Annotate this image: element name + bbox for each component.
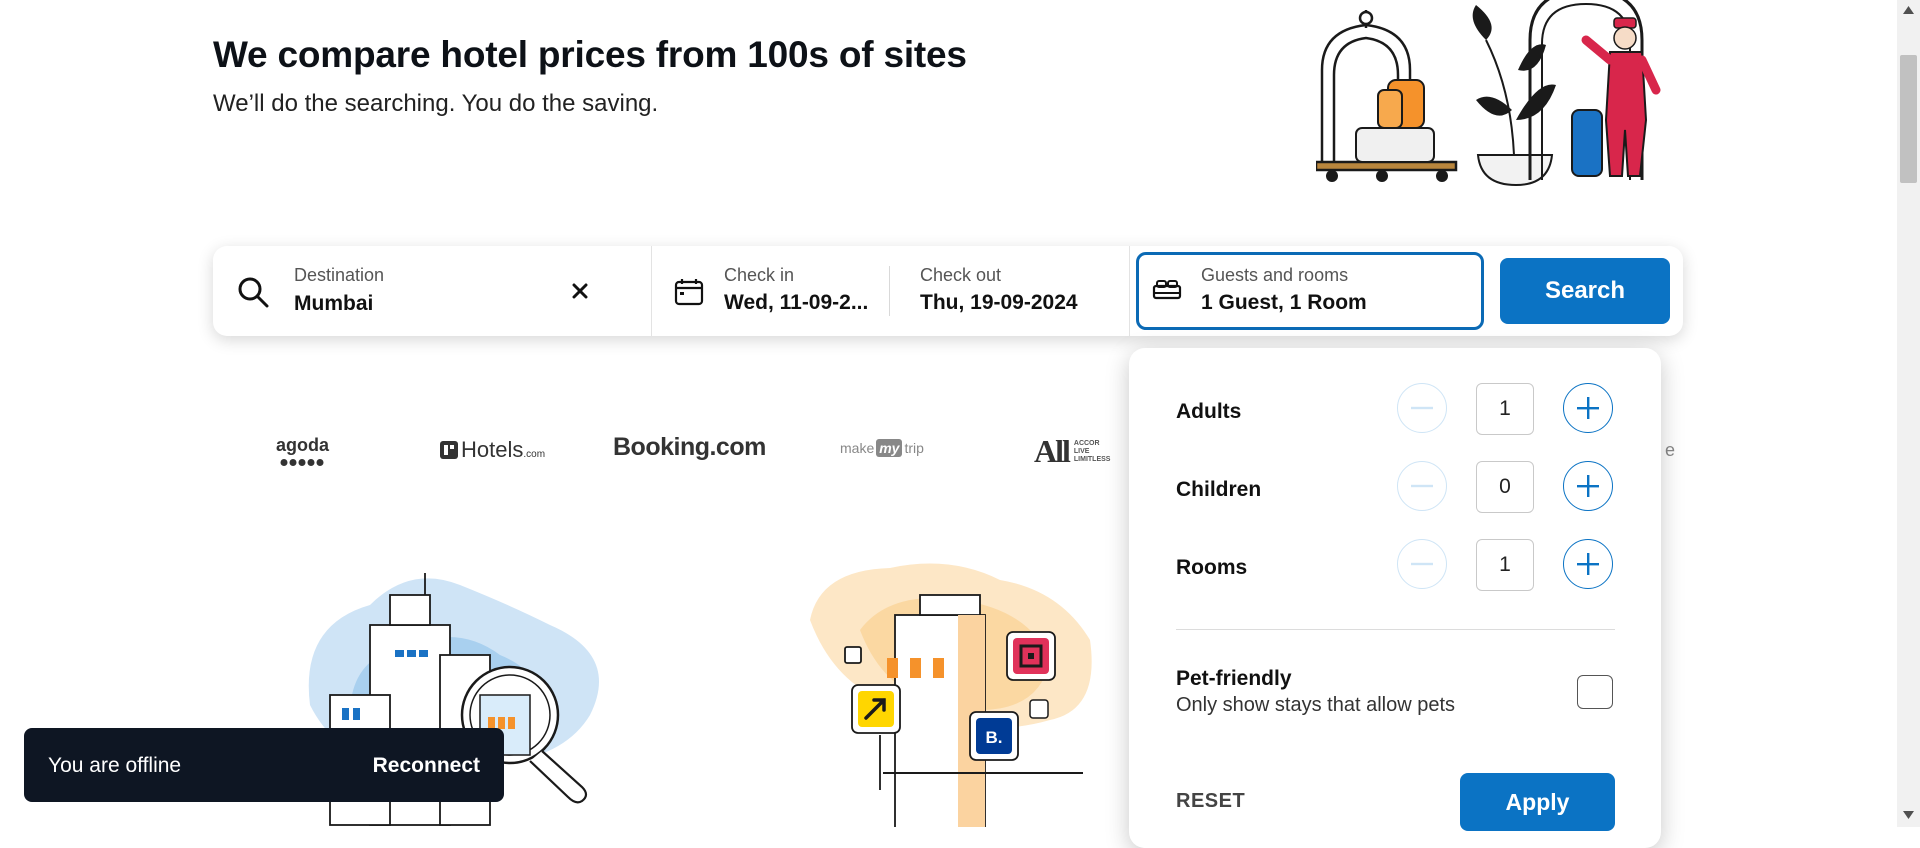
search-button[interactable]: Search <box>1500 258 1670 324</box>
children-label: Children <box>1176 478 1262 501</box>
adults-label: Adults <box>1176 400 1242 423</box>
scroll-down-icon[interactable] <box>1903 811 1914 819</box>
hotels-logo: Hotels .com <box>440 437 545 463</box>
plus-icon <box>1577 553 1599 575</box>
accor-logo-line3: LIMITLESS <box>1073 455 1111 463</box>
booking-badge-text: B. <box>986 728 1003 747</box>
booking-logo: Booking.com <box>613 433 766 461</box>
pet-friendly-description: Only show stays that allow pets <box>1176 694 1456 716</box>
partners-illustration: B. <box>810 563 1092 827</box>
guests-rooms-popup: Adults 1 Children 0 Rooms 1 Pet-friendly… <box>1129 348 1661 848</box>
clear-destination-icon[interactable] <box>572 283 588 299</box>
minus-icon <box>1411 562 1433 566</box>
checkout-value[interactable]: Thu, 19-09-2024 <box>920 291 1078 315</box>
offline-message: You are offline <box>48 754 182 777</box>
destination-field[interactable]: Destination Mumbai <box>213 246 650 336</box>
plus-icon <box>1577 397 1599 419</box>
hotels-logo-icon <box>440 441 458 459</box>
reconnect-button[interactable]: Reconnect <box>373 754 480 778</box>
offline-toast: You are offline Reconnect <box>24 728 504 802</box>
accor-logo-line1: ACCOR <box>1073 439 1100 447</box>
checkout-field[interactable]: Check out Thu, 19-09-2024 <box>890 246 1130 336</box>
calendar-icon <box>674 279 704 306</box>
mmt-logo-right: trip <box>904 440 924 456</box>
scroll-up-icon[interactable] <box>1903 6 1914 14</box>
guests-rooms-field[interactable]: Guests and rooms 1 Guest, 1 Room <box>1136 252 1484 330</box>
makemytrip-logo: make my trip <box>840 439 924 457</box>
rooms-count[interactable]: 1 <box>1476 539 1534 591</box>
rooms-decrease-button[interactable] <box>1397 539 1447 589</box>
plus-icon <box>1577 475 1599 497</box>
mmt-logo-mid: my <box>876 439 903 457</box>
checkin-value[interactable]: Wed, 11-09-2... <box>724 291 868 315</box>
page-title: We compare hotel prices from 100s of sit… <box>213 34 967 75</box>
agoda-logo-text: agoda <box>276 435 330 455</box>
bed-icon <box>1152 280 1182 300</box>
apply-button[interactable]: Apply <box>1460 773 1615 831</box>
agoda-logo: agoda <box>276 436 329 472</box>
hotels-logo-text: Hotels <box>461 437 524 462</box>
adults-increase-button[interactable] <box>1563 383 1613 433</box>
guests-label: Guests and rooms <box>1201 265 1349 285</box>
partner-logo-cut: e <box>1665 440 1676 460</box>
search-bar: Destination Mumbai Check in Wed, 11-09-2… <box>213 246 1683 336</box>
checkin-label: Check in <box>724 265 795 285</box>
minus-icon <box>1411 484 1433 488</box>
popup-divider <box>1176 629 1615 630</box>
accor-logo-big: All <box>1034 433 1071 469</box>
mmt-logo-left: make <box>840 440 875 456</box>
destination-label: Destination <box>294 265 385 285</box>
adults-decrease-button[interactable] <box>1397 383 1447 433</box>
adults-count[interactable]: 1 <box>1476 383 1534 435</box>
agoda-dots-icon <box>280 459 323 466</box>
page-subtitle: We’ll do the searching. You do the savin… <box>213 90 659 117</box>
children-count[interactable]: 0 <box>1476 461 1534 513</box>
children-increase-button[interactable] <box>1563 461 1613 511</box>
scrollbar-thumb[interactable] <box>1900 55 1917 183</box>
pet-friendly-title: Pet-friendly <box>1176 667 1292 690</box>
search-divider <box>1129 246 1130 336</box>
minus-icon <box>1411 406 1433 410</box>
search-icon <box>238 277 269 308</box>
hotels-logo-suffix: .com <box>523 448 546 460</box>
guests-value: 1 Guest, 1 Room <box>1201 291 1367 314</box>
checkout-label: Check out <box>920 265 1002 285</box>
accor-logo-line2: LIVE <box>1073 447 1090 455</box>
reset-button[interactable]: RESET <box>1176 790 1245 813</box>
rooms-increase-button[interactable] <box>1563 539 1613 589</box>
children-decrease-button[interactable] <box>1397 461 1447 511</box>
destination-value[interactable]: Mumbai <box>294 292 373 316</box>
pet-friendly-checkbox[interactable] <box>1577 675 1613 709</box>
rooms-label: Rooms <box>1176 556 1248 579</box>
hero-illustration <box>1316 0 1661 187</box>
accor-logo: All ACCOR LIVE LIMITLESS <box>1034 433 1110 470</box>
checkin-field[interactable]: Check in Wed, 11-09-2... <box>652 246 902 336</box>
